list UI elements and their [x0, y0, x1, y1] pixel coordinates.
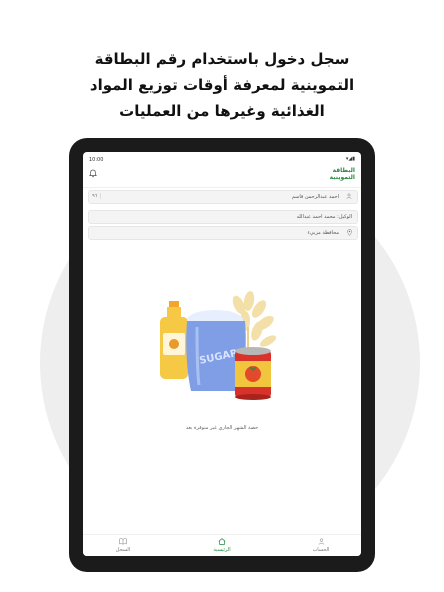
- empty-state-message: حصة الشهر الجاري غير متوفرة بعد: [185, 425, 259, 431]
- user-icon: [301, 538, 341, 547]
- headline-line-3: الغذائية وغيرها من العمليات: [119, 102, 325, 120]
- bell-icon[interactable]: [89, 169, 97, 180]
- tomato-can-illustration: [235, 347, 271, 400]
- logo-line-2: التموينية: [329, 174, 355, 181]
- app-bar-divider: [83, 187, 361, 188]
- headline-line-2: التموينية لمعرفة أوقات توزيع المواد: [89, 76, 355, 94]
- nav-item-home[interactable]: الرئيسية: [202, 538, 242, 553]
- headline: سجل دخول باستخدام رقم البطاقة التموينية …: [0, 46, 444, 124]
- empty-state-illustration: SUGAR: [160, 291, 277, 400]
- agent-text: الوكيل: محمد احمد عبدالله: [296, 214, 352, 220]
- nav-label-history: السجل: [115, 547, 131, 553]
- nav-item-history[interactable]: السجل: [103, 538, 143, 553]
- headline-line-1: سجل دخول باستخدام رقم البطاقة: [94, 50, 350, 68]
- card-agent[interactable]: الوكيل: محمد احمد عبدالله: [88, 210, 358, 224]
- app-logo: البطاقة التموينية: [315, 167, 355, 181]
- status-icons: ▾◢▮: [345, 156, 355, 162]
- card-holder-name[interactable]: احمد عبدالرحمن قاسم ٩٦: [88, 190, 358, 204]
- holder-name: احمد عبدالرحمن قاسم: [291, 194, 339, 200]
- bottom-navigation: السجل الرئيسية الحساب: [83, 534, 361, 556]
- home-icon: [202, 538, 242, 547]
- holder-badge: ٩٦: [92, 193, 102, 199]
- nav-label-account: الحساب: [312, 547, 330, 553]
- app-bar: البطاقة التموينية: [83, 166, 361, 186]
- oil-bottle-illustration: [160, 301, 188, 379]
- nav-item-account[interactable]: الحساب: [301, 538, 341, 553]
- tablet-screen: 10:00 ▾◢▮ البطاقة التموينية احمد عبدالرح…: [83, 152, 361, 556]
- card-governorate[interactable]: محافظة مزبيء: [88, 226, 358, 240]
- book-icon: [103, 538, 143, 547]
- governorate-text: محافظة مزبيء: [307, 230, 339, 236]
- user-icon: [346, 193, 352, 201]
- logo-line-1: البطاقة: [332, 167, 355, 174]
- location-pin-icon: [347, 229, 352, 238]
- status-time: 10:00: [89, 157, 104, 163]
- nav-label-home: الرئيسية: [213, 547, 231, 553]
- status-bar: 10:00 ▾◢▮: [83, 152, 361, 166]
